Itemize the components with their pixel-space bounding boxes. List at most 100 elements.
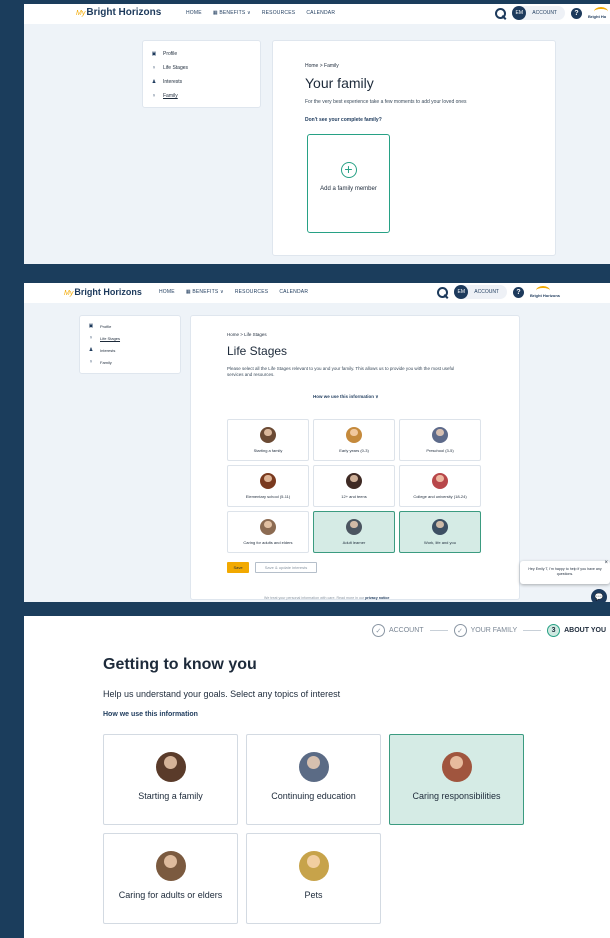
save-button[interactable]: Save xyxy=(227,562,249,573)
life-stage-photo xyxy=(346,427,362,443)
life-stage-tile-caring-for-adults-and-elders[interactable]: Caring for adults and elders xyxy=(227,511,309,553)
nav-resources[interactable]: RESOURCES xyxy=(235,289,268,295)
help-icon[interactable]: ? xyxy=(513,286,524,298)
logo[interactable]: MyBright Horizons xyxy=(76,7,161,18)
sidebar: ▣ Profile ♆ Life Stages ♟ Interests ♆ Family xyxy=(142,40,261,108)
interest-label: Pets xyxy=(304,890,323,900)
interest-label: Caring responsibilities xyxy=(412,791,501,801)
brand-logo: Bright Ho xyxy=(588,7,610,19)
add-family-member-button[interactable]: + Add a family member xyxy=(307,134,390,233)
avatar: EM xyxy=(454,285,469,299)
sidebar-item-family[interactable]: ♆ Family xyxy=(151,89,260,103)
brand-logo: Bright Horizons xyxy=(530,286,570,298)
privacy-notice-link[interactable]: privacy notice xyxy=(365,596,389,600)
interest-tile-starting-a-family[interactable]: Starting a family xyxy=(103,734,238,825)
life-stage-label: Caring for adults and elders xyxy=(243,540,293,545)
interest-photo xyxy=(298,851,329,881)
sidebar-item-family[interactable]: ♆ Family xyxy=(88,356,180,368)
interest-tile-continuing-education[interactable]: Continuing education xyxy=(246,734,381,825)
breadcrumb[interactable]: Home > Family xyxy=(305,63,339,69)
interest-tile-caring-responsibilities[interactable]: Caring responsibilities xyxy=(389,734,524,825)
search-icon[interactable] xyxy=(495,7,507,19)
sidebar-item-profile[interactable]: ▣ Profile xyxy=(151,47,260,61)
complete-family-link[interactable]: Don't see your complete family? xyxy=(305,117,382,123)
account-button[interactable]: EM ACCOUNT xyxy=(454,285,507,299)
life-stage-tile-starting-a-family[interactable]: Starting a family xyxy=(227,419,309,461)
page-title: Getting to know you xyxy=(103,656,257,673)
main-card: Home > Family Your family For the very b… xyxy=(272,40,556,256)
avatar: EM xyxy=(512,6,527,20)
life-stage-photo xyxy=(432,519,448,535)
logo[interactable]: MyBright Horizons xyxy=(64,287,142,297)
nav-benefits[interactable]: ▦ BENEFITS ∨ xyxy=(213,10,251,16)
nav-home[interactable]: HOME xyxy=(186,10,202,16)
life-stage-tile-preschool-3-5[interactable]: Preschool (3-5) xyxy=(399,419,481,461)
life-stage-label: College and university (18-24) xyxy=(413,494,467,499)
page-subtitle: For the very best experience take a few … xyxy=(305,99,467,105)
sidebar-item-profile[interactable]: ▣ Profile xyxy=(88,320,180,332)
progress-steps: ✓ ACCOUNT ✓ YOUR FAMILY 3 ABOUT YOU xyxy=(371,624,606,637)
step-divider xyxy=(429,630,448,631)
page-title: Life Stages xyxy=(227,344,288,358)
save-update-interests-button[interactable]: Save & update interests xyxy=(255,562,317,573)
stroller-icon: ♆ xyxy=(89,359,93,365)
chat-icon[interactable]: 💬 xyxy=(591,589,607,602)
life-stage-label: Early years (0-3) xyxy=(339,448,369,453)
life-stage-photo xyxy=(260,519,276,535)
sidebar-item-interests[interactable]: ♟ Interests xyxy=(151,75,260,89)
top-nav: MyBright Horizons HOME ▦ BENEFITS ∨ RESO… xyxy=(24,283,610,303)
page-subtitle: Please select all the Life Stages releva… xyxy=(227,366,455,377)
interest-label: Continuing education xyxy=(271,791,356,801)
sidebar-item-life-stages[interactable]: ♆ Life Stages xyxy=(88,332,180,344)
sidebar-item-interests[interactable]: ♟ Interests xyxy=(88,344,180,356)
life-stage-tile-12-and-teens[interactable]: 12+ and teens xyxy=(313,465,395,507)
family-screen-panel: MyBright Horizons HOME ▦ BENEFITS ∨ RESO… xyxy=(24,4,610,264)
life-stage-photo xyxy=(260,473,276,489)
life-stage-tile-college-and-university-18-24[interactable]: College and university (18-24) xyxy=(399,465,481,507)
nav-calendar[interactable]: CALENDAR xyxy=(279,289,308,295)
help-icon[interactable]: ? xyxy=(571,7,582,19)
nav-resources[interactable]: RESOURCES xyxy=(262,10,295,16)
interest-photo xyxy=(298,752,329,782)
breadcrumb[interactable]: Home > Life Stages xyxy=(227,332,267,337)
life-stage-tile-early-years-0-3[interactable]: Early years (0-3) xyxy=(313,419,395,461)
nav-benefits[interactable]: ▦ BENEFITS ∨ xyxy=(186,289,224,295)
nav-calendar[interactable]: CALENDAR xyxy=(306,10,335,16)
about-you-screen-panel: ✓ ACCOUNT ✓ YOUR FAMILY 3 ABOUT YOU Getting… xyxy=(24,616,610,938)
account-button[interactable]: EM ACCOUNT xyxy=(512,6,565,20)
id-card-icon: ▣ xyxy=(88,323,94,329)
life-stage-photo xyxy=(432,427,448,443)
interest-tile-caring-for-adults-or-elders[interactable]: Caring for adults or elders xyxy=(103,833,238,924)
step-your-family: ✓ YOUR FAMILY xyxy=(453,624,517,637)
main-card: Home > Life Stages Life Stages Please se… xyxy=(190,315,520,600)
stroller-icon: ♆ xyxy=(89,335,93,341)
interest-photo xyxy=(441,752,472,782)
check-circle-icon: ✓ xyxy=(453,624,467,637)
interests-grid: Starting a family Continuing education Car… xyxy=(103,734,524,924)
plus-icon: + xyxy=(340,162,357,178)
sidebar-item-life-stages[interactable]: ♆ Life Stages xyxy=(151,61,260,75)
nav-home[interactable]: HOME xyxy=(159,289,175,295)
how-we-use-info-toggle[interactable]: How we use this information ∨ xyxy=(313,394,379,400)
top-nav: MyBright Horizons HOME ▦ BENEFITS ∨ RESO… xyxy=(24,4,610,24)
life-stage-photo xyxy=(346,473,362,489)
life-stages-screen-panel: MyBright Horizons HOME ▦ BENEFITS ∨ RESO… xyxy=(24,283,610,602)
check-circle-icon: ✓ xyxy=(371,624,385,637)
search-icon[interactable] xyxy=(437,286,449,298)
life-stage-label: Work, life and you xyxy=(424,540,456,545)
sidebar: ▣ Profile ♆ Life Stages ♟ Interests ♆ Family xyxy=(79,315,181,374)
life-stage-label: Adult learner xyxy=(342,540,366,545)
id-card-icon: ▣ xyxy=(151,51,157,57)
life-stage-photo xyxy=(432,473,448,489)
close-icon[interactable]: × xyxy=(604,560,608,566)
step-account: ✓ ACCOUNT xyxy=(371,624,424,637)
interest-label: Caring for adults or elders xyxy=(118,890,223,900)
life-stage-tile-work-life-and-you[interactable]: Work, life and you xyxy=(399,511,481,553)
life-stage-tile-elementary-school-5-11[interactable]: Elementary school (5-11) xyxy=(227,465,309,507)
how-we-use-info-link[interactable]: How we use this information xyxy=(103,711,198,718)
privacy-footer: We treat your personal information with … xyxy=(264,596,390,600)
interest-tile-pets[interactable]: Pets xyxy=(246,833,381,924)
chat-bubble[interactable]: Hey Emily T, I'm happy to help if you ha… xyxy=(520,560,610,584)
interest-photo xyxy=(155,851,186,881)
life-stage-tile-adult-learner[interactable]: Adult learner xyxy=(313,511,395,553)
